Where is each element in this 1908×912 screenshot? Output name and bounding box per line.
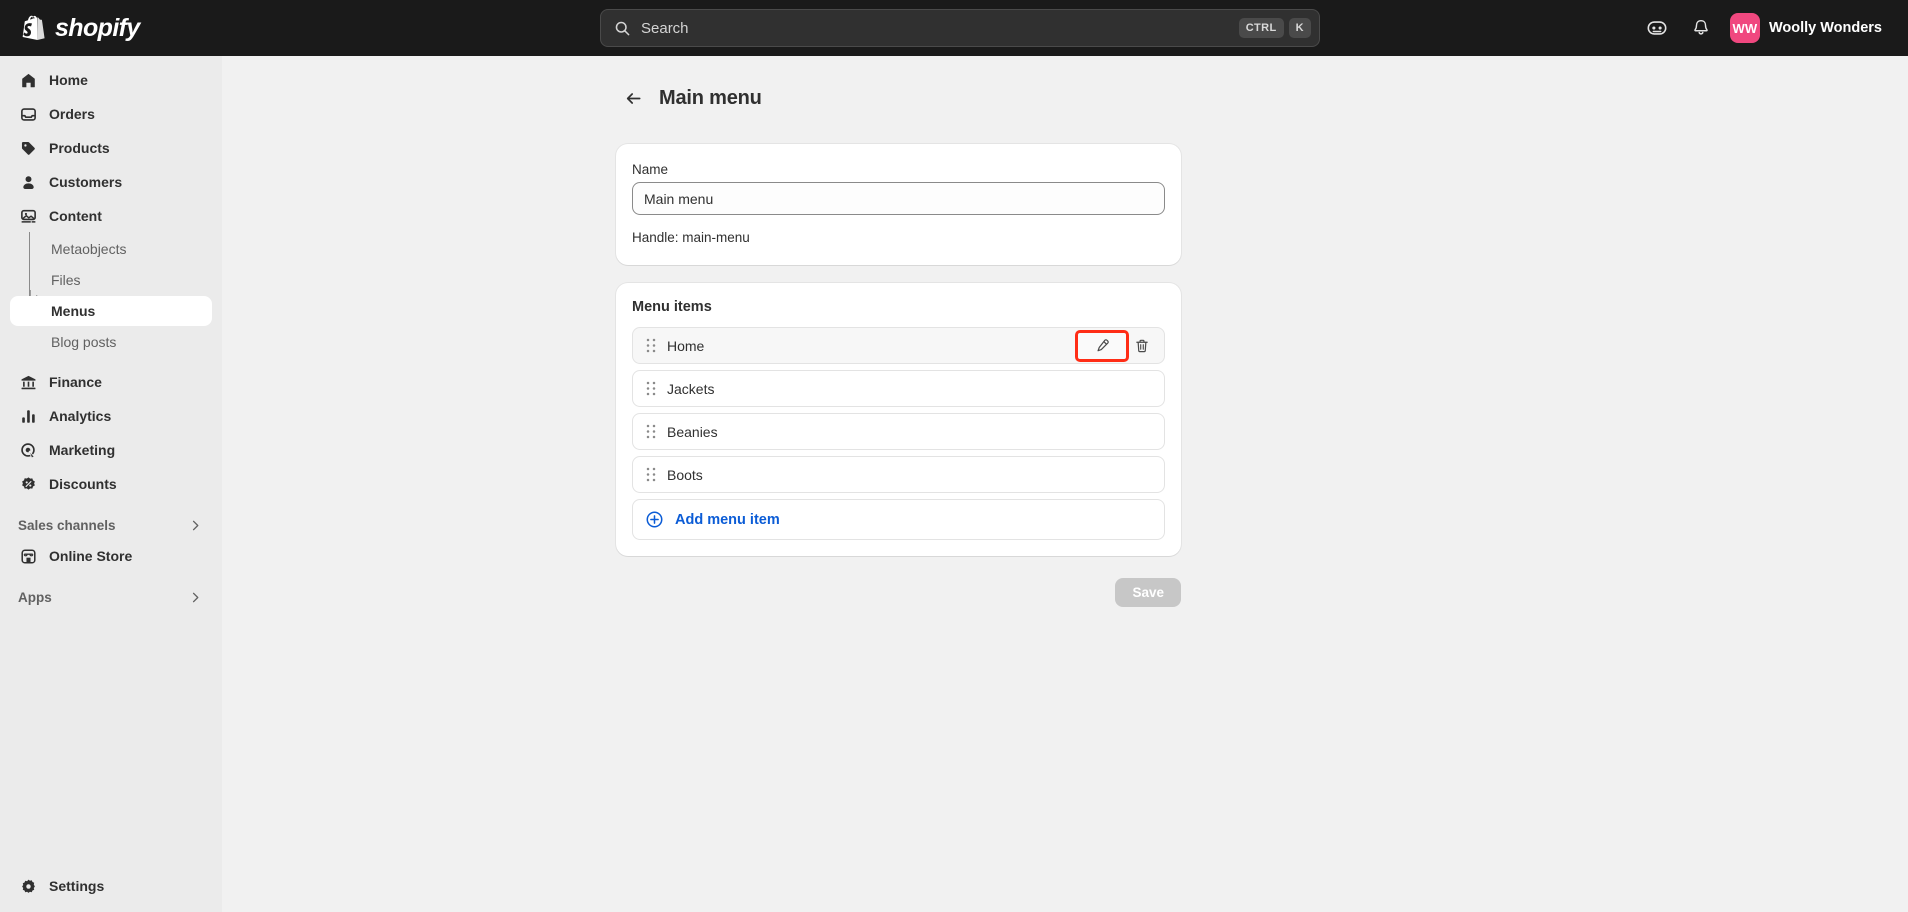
menu-items-title: Menu items xyxy=(632,299,712,315)
tag-icon xyxy=(18,138,38,158)
menu-item-actions xyxy=(1075,329,1156,362)
sidebar-item-menus[interactable]: Menus xyxy=(10,296,212,326)
marketing-target-icon xyxy=(18,440,38,460)
discount-badge-icon xyxy=(18,474,38,494)
trash-icon xyxy=(1136,339,1148,352)
sidebar-subitem-label: Files xyxy=(51,272,81,288)
sidebar-item-label: Online Store xyxy=(49,548,133,564)
home-icon xyxy=(18,70,38,90)
drag-handle-icon[interactable] xyxy=(644,338,658,354)
save-button[interactable]: Save xyxy=(1115,578,1181,607)
menu-item-row-jackets[interactable]: Jackets xyxy=(632,370,1165,407)
sidebar-item-content[interactable]: Content xyxy=(10,200,212,232)
sidebar-item-discounts[interactable]: Discounts xyxy=(10,468,212,500)
sidebar-item-label: Products xyxy=(49,140,110,156)
sidebar-item-settings[interactable]: Settings xyxy=(10,870,212,902)
back-button[interactable] xyxy=(619,84,647,112)
menu-item-label: Home xyxy=(667,337,705,354)
circle-plus-icon xyxy=(645,510,664,529)
edit-menu-item-button[interactable] xyxy=(1075,329,1129,362)
store-face-icon[interactable] xyxy=(1638,11,1676,45)
sidebar-item-files[interactable]: Files xyxy=(10,265,212,295)
sidebar-item-label: Settings xyxy=(49,878,105,894)
main-content: Main menu Name Handle: main-menu Menu it… xyxy=(222,56,1908,912)
top-bar-right: WW Woolly Wonders xyxy=(1638,0,1892,56)
sidebar-subitem-label: Blog posts xyxy=(51,334,117,350)
sidebar-item-label: Home xyxy=(49,72,88,88)
shopify-wordmark: shopify xyxy=(55,13,140,42)
shopify-bag-icon xyxy=(22,15,45,40)
content-subnav: Metaobjects Files Menus Blog posts xyxy=(10,232,212,357)
chevron-right-icon[interactable] xyxy=(189,591,202,604)
sales-channels-header[interactable]: Sales channels xyxy=(10,510,212,540)
orders-icon xyxy=(18,104,38,124)
drag-handle-icon[interactable] xyxy=(644,381,658,397)
add-menu-item-button[interactable]: Add menu item xyxy=(632,499,1165,540)
sidebar-item-label: Finance xyxy=(49,374,102,390)
sidebar-item-online-store[interactable]: Online Store xyxy=(10,540,212,572)
sidebar-item-blog-posts[interactable]: Blog posts xyxy=(10,327,212,357)
save-bar: Save xyxy=(616,578,1181,607)
bank-icon xyxy=(18,372,38,392)
user-menu[interactable]: WW Woolly Wonders xyxy=(1726,10,1892,46)
name-card: Name Handle: main-menu xyxy=(616,144,1181,265)
add-menu-item-label: Add menu item xyxy=(675,511,780,528)
apps-header[interactable]: Apps xyxy=(10,582,212,612)
sidebar-nav: Home Orders Products Customers Content M… xyxy=(0,56,222,612)
sidebar-item-home[interactable]: Home xyxy=(10,64,212,96)
menu-item-label: Boots xyxy=(667,466,703,483)
menu-item-row-boots[interactable]: Boots xyxy=(632,456,1165,493)
sidebar-item-label: Discounts xyxy=(49,476,117,492)
drag-handle-icon[interactable] xyxy=(644,424,658,440)
menu-item-label: Jackets xyxy=(667,380,715,397)
menu-items-card: Menu items Home Jackets Beanies Boots Ad… xyxy=(616,283,1181,556)
sidebar-item-customers[interactable]: Customers xyxy=(10,166,212,198)
menu-item-label: Beanies xyxy=(667,423,718,440)
search-shortcut-ctrl: CTRL xyxy=(1238,18,1284,38)
menu-item-row-home[interactable]: Home xyxy=(632,327,1165,364)
sidebar-item-analytics[interactable]: Analytics xyxy=(10,400,212,432)
sidebar-item-metaobjects[interactable]: Metaobjects xyxy=(10,234,212,264)
pencil-icon xyxy=(1097,338,1109,351)
page-title: Main menu xyxy=(659,86,762,109)
apps-title: Apps xyxy=(18,589,52,605)
search-placeholder: Search xyxy=(641,19,689,37)
drag-handle-icon[interactable] xyxy=(644,467,658,483)
chevron-right-icon[interactable] xyxy=(189,519,202,532)
sidebar-item-products[interactable]: Products xyxy=(10,132,212,164)
search-icon xyxy=(615,21,630,35)
delete-menu-item-button[interactable] xyxy=(1128,333,1156,359)
handle-text: Handle: main-menu xyxy=(632,230,750,245)
arrow-left-icon xyxy=(626,92,641,104)
sidebar-subitem-label: Metaobjects xyxy=(51,241,127,257)
sidebar-item-label: Analytics xyxy=(49,408,112,424)
top-bar: shopify Search CTRL K WW Woolly Wonders xyxy=(0,0,1908,56)
avatar: WW xyxy=(1729,13,1760,43)
person-icon xyxy=(18,172,38,192)
content-image-icon xyxy=(18,206,38,226)
shopify-logo[interactable]: shopify xyxy=(22,14,140,43)
store-name: Woolly Wonders xyxy=(1768,20,1882,36)
sidebar-item-label: Orders xyxy=(49,106,95,122)
storefront-icon xyxy=(18,546,38,566)
name-input[interactable] xyxy=(632,182,1165,215)
bar-chart-icon xyxy=(18,406,38,426)
sidebar-item-label: Marketing xyxy=(49,442,116,458)
sidebar: Home Orders Products Customers Content M… xyxy=(0,56,222,912)
global-search-bar[interactable]: Search CTRL K xyxy=(600,9,1320,47)
sidebar-item-marketing[interactable]: Marketing xyxy=(10,434,212,466)
page-header: Main menu xyxy=(222,84,1908,112)
bell-icon[interactable] xyxy=(1682,11,1720,45)
sidebar-item-orders[interactable]: Orders xyxy=(10,98,212,130)
name-field-label: Name xyxy=(632,162,669,177)
sidebar-subitem-label: Menus xyxy=(51,303,96,319)
sidebar-item-label: Customers xyxy=(49,174,123,190)
menu-item-row-beanies[interactable]: Beanies xyxy=(632,413,1165,450)
sidebar-item-label: Content xyxy=(49,208,102,224)
sidebar-item-finance[interactable]: Finance xyxy=(10,366,212,398)
search-shortcut-key: K xyxy=(1288,18,1311,38)
sales-channels-title: Sales channels xyxy=(18,517,116,533)
gear-icon xyxy=(18,876,38,896)
